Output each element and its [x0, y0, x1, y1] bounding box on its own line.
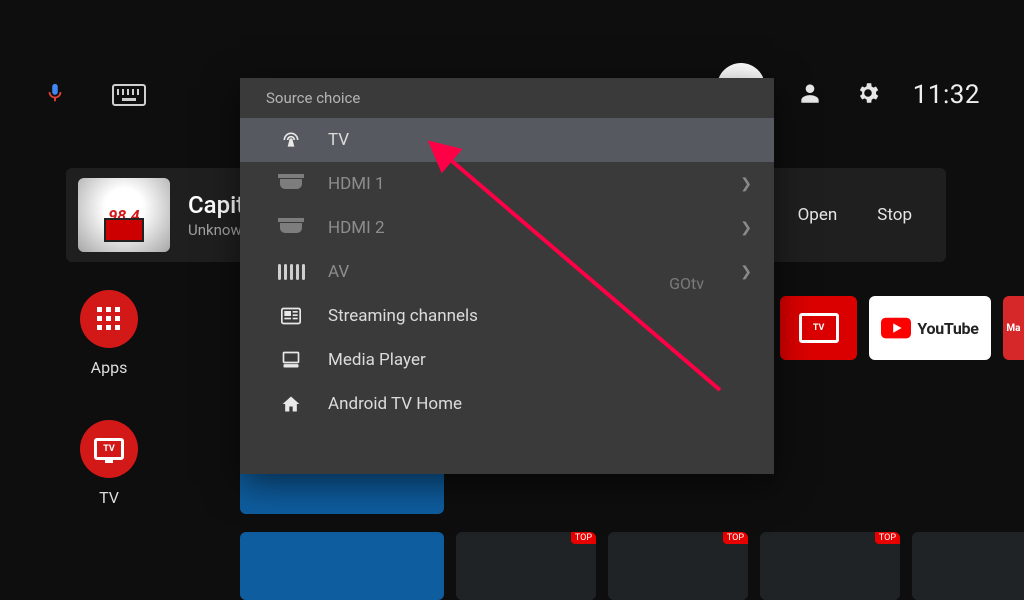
bottom-tile-4[interactable]: TOP: [760, 532, 900, 600]
source-item-label: HDMI 1: [328, 174, 385, 194]
bottom-tile-3[interactable]: TOP: [608, 532, 748, 600]
app-tiles-row: YouTube Ma: [780, 296, 1024, 360]
keyboard-icon[interactable]: [112, 84, 146, 106]
source-item-label: TV: [328, 130, 349, 150]
source-choice-dialog: Source choice TV HDMI 1 ❯ HDMI 2 ❯ AV ❯ Streami…: [240, 78, 774, 474]
background-channel-name: GOtv: [669, 274, 704, 293]
dialog-title: Source choice: [240, 78, 774, 118]
tile-youtube-label: YouTube: [917, 319, 978, 338]
rca-icon: [276, 264, 306, 280]
chevron-right-icon: ❯: [740, 264, 752, 280]
profile-icon[interactable]: [797, 80, 823, 110]
source-item-tv[interactable]: TV: [240, 118, 774, 162]
settings-icon[interactable]: [855, 80, 881, 110]
tv-icon: [94, 438, 124, 460]
port-icon: [276, 179, 306, 189]
tile-livetv[interactable]: [780, 296, 857, 360]
tray-icon: [276, 350, 306, 370]
sidebar-apps-label: Apps: [91, 358, 128, 377]
chevron-right-icon: ❯: [740, 176, 752, 192]
bottom-tile-1[interactable]: [240, 532, 444, 600]
stop-button[interactable]: Stop: [877, 205, 912, 225]
clock: 11:32: [913, 80, 980, 110]
sidebar-apps[interactable]: Apps: [80, 290, 138, 377]
feature-card-peek[interactable]: [240, 474, 444, 514]
open-button[interactable]: Open: [798, 205, 838, 225]
mic-icon[interactable]: [44, 82, 66, 108]
port-icon: [276, 223, 306, 233]
chevron-right-icon: ❯: [740, 220, 752, 236]
bottom-tile-5[interactable]: TOP: [912, 532, 1024, 600]
source-item-media-player[interactable]: Media Player: [240, 338, 774, 382]
source-item-android-tv-home[interactable]: Android TV Home: [240, 382, 774, 426]
source-item-label: HDMI 2: [328, 218, 385, 238]
sidebar-tv[interactable]: TV: [80, 420, 138, 507]
news-icon: [276, 307, 306, 325]
source-item-hdmi-1[interactable]: HDMI 1 ❯: [240, 162, 774, 206]
card-actions: Open Stop: [798, 205, 934, 225]
tile-cutoff[interactable]: Ma: [1003, 296, 1024, 360]
source-item-label: AV: [328, 262, 349, 282]
source-list: TV HDMI 1 ❯ HDMI 2 ❯ AV ❯ Streaming channels Med…: [240, 118, 774, 426]
tile-youtube[interactable]: YouTube: [869, 296, 991, 360]
source-item-label: Streaming channels: [328, 306, 478, 326]
sidebar-tv-label: TV: [99, 488, 119, 507]
apps-icon: [97, 307, 121, 331]
bottom-row: TOP TOP TOP TOP: [240, 532, 994, 600]
source-item-streaming-channels[interactable]: Streaming channels: [240, 294, 774, 338]
station-logo: 98.4: [78, 178, 170, 252]
source-item-label: Media Player: [328, 350, 426, 370]
bottom-tile-2[interactable]: TOP: [456, 532, 596, 600]
antenna-icon: [276, 130, 306, 150]
source-item-label: Android TV Home: [328, 394, 462, 414]
topbar-left: [44, 82, 146, 108]
home-icon: [276, 394, 306, 414]
source-item-hdmi-2[interactable]: HDMI 2 ❯: [240, 206, 774, 250]
